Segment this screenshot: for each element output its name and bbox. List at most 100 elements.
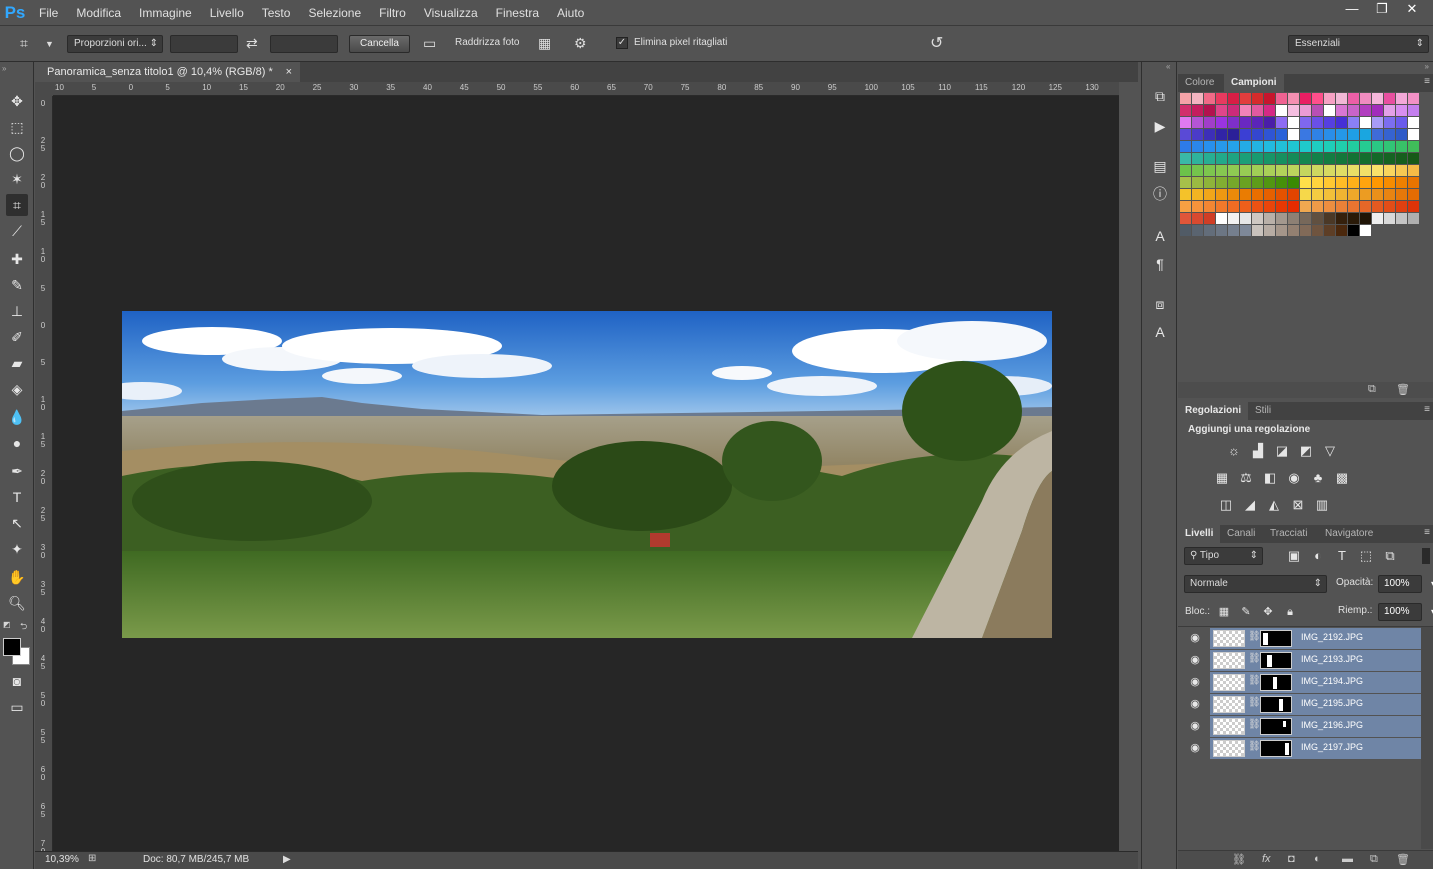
tab-livelli[interactable]: Livelli <box>1178 525 1221 543</box>
color-swatch[interactable] <box>1300 177 1311 188</box>
color-swatch[interactable] <box>1312 213 1323 224</box>
color-swatch[interactable] <box>1372 213 1383 224</box>
color-swatch[interactable] <box>1288 177 1299 188</box>
paragraph-panel-icon[interactable]: ¶ <box>1149 254 1171 274</box>
swap-icon[interactable]: ⇄ <box>246 35 258 52</box>
color-swatch[interactable] <box>1228 225 1239 236</box>
color-swatch[interactable] <box>1228 177 1239 188</box>
screen-mode-icon[interactable]: ▭ <box>6 696 28 718</box>
color-swatch[interactable] <box>1372 105 1383 116</box>
color-swatch[interactable] <box>1300 105 1311 116</box>
group-folder-icon[interactable]: ▬ <box>1342 853 1353 865</box>
tab-colore[interactable]: Colore <box>1178 74 1221 92</box>
layer-row[interactable]: ◉ ⛓ IMG_2195.JPG <box>1180 694 1421 715</box>
zoom-level[interactable]: 10,39% <box>45 854 79 865</box>
color-swatch[interactable] <box>1324 177 1335 188</box>
color-swatch[interactable] <box>1228 165 1239 176</box>
color-swatch[interactable] <box>1252 189 1263 200</box>
color-swatch[interactable] <box>1408 153 1419 164</box>
color-swatch[interactable] <box>1360 117 1371 128</box>
color-swatch[interactable] <box>1192 93 1203 104</box>
layer-row[interactable]: ◉ ⛓ IMG_2196.JPG <box>1180 716 1421 737</box>
color-swatch[interactable] <box>1216 225 1227 236</box>
color-swatch[interactable] <box>1228 105 1239 116</box>
color-swatch[interactable] <box>1204 213 1215 224</box>
filter-smart-object-icon[interactable]: ⧉ <box>1382 549 1398 563</box>
color-swatch[interactable] <box>1240 117 1251 128</box>
color-swatch[interactable] <box>1300 165 1311 176</box>
color-swatch[interactable] <box>1288 153 1299 164</box>
color-swatch[interactable] <box>1204 225 1215 236</box>
color-swatch[interactable] <box>1408 213 1419 224</box>
color-swatch[interactable] <box>1180 117 1191 128</box>
color-swatch[interactable] <box>1240 93 1251 104</box>
color-swatch[interactable] <box>1360 177 1371 188</box>
color-swatch[interactable] <box>1252 177 1263 188</box>
layer-name[interactable]: IMG_2193.JPG <box>1301 654 1363 664</box>
layer-name[interactable]: IMG_2195.JPG <box>1301 698 1363 708</box>
layer-mask-thumbnail[interactable] <box>1260 696 1292 713</box>
path-selection-tool-icon[interactable]: ↖ <box>6 512 28 534</box>
color-swatch[interactable] <box>1264 225 1275 236</box>
color-swatch[interactable] <box>1396 93 1407 104</box>
color-swatch[interactable] <box>1216 141 1227 152</box>
color-swatch[interactable] <box>1252 105 1263 116</box>
info-panel-icon[interactable]: ⓘ <box>1149 184 1171 204</box>
trash-icon[interactable]: 🗑︎ <box>1396 383 1410 396</box>
color-swatch[interactable] <box>1240 189 1251 200</box>
color-swatch[interactable] <box>1312 129 1323 140</box>
color-swatch[interactable] <box>1264 141 1275 152</box>
paint-bucket-tool-icon[interactable]: ◈ <box>6 378 28 400</box>
color-swatch[interactable] <box>1240 129 1251 140</box>
delete-cropped-checkbox[interactable]: ✓ <box>616 37 628 49</box>
color-swatch[interactable] <box>1384 141 1395 152</box>
color-swatch[interactable] <box>1384 129 1395 140</box>
color-swatch[interactable] <box>1192 225 1203 236</box>
black-white-icon[interactable]: ◧ <box>1262 471 1278 485</box>
hand-tool-icon[interactable]: ✋ <box>6 566 28 588</box>
color-swatch[interactable] <box>1336 93 1347 104</box>
color-swatch[interactable] <box>1360 225 1371 236</box>
color-swatch[interactable] <box>1300 129 1311 140</box>
color-swatch[interactable] <box>1408 117 1419 128</box>
lock-transparent-icon[interactable]: ▦ <box>1216 605 1232 619</box>
channel-mixer-icon[interactable]: ♣ <box>1310 471 1326 485</box>
color-swatch[interactable] <box>1348 141 1359 152</box>
levels-icon[interactable]: ▟ <box>1250 444 1266 458</box>
color-swatch[interactable] <box>1204 153 1215 164</box>
color-swatch[interactable] <box>1384 177 1395 188</box>
layer-style-icon[interactable]: fx <box>1262 853 1271 865</box>
color-swatch[interactable] <box>1300 213 1311 224</box>
layers-scrollbar[interactable] <box>1421 627 1433 849</box>
tab-regolazioni[interactable]: Regolazioni <box>1178 402 1249 420</box>
color-swatch[interactable] <box>1264 201 1275 212</box>
color-swatch[interactable] <box>1264 93 1275 104</box>
default-colors-icon[interactable]: ◩ <box>3 620 11 629</box>
color-swatch[interactable] <box>1180 201 1191 212</box>
color-swatch[interactable] <box>1204 141 1215 152</box>
paragraph-styles-panel-icon[interactable]: ⧈ <box>1149 294 1171 314</box>
color-swatch[interactable] <box>1180 105 1191 116</box>
visibility-eye-icon[interactable]: ◉ <box>1188 719 1202 733</box>
color-swatch[interactable] <box>1216 117 1227 128</box>
layer-mask-thumbnail[interactable] <box>1260 740 1292 757</box>
color-swatch[interactable] <box>1360 153 1371 164</box>
color-swatch[interactable] <box>1180 129 1191 140</box>
filter-pixel-icon[interactable]: ▣ <box>1286 549 1302 563</box>
menu-modifica[interactable]: Modifica <box>67 0 130 26</box>
new-swatch-icon[interactable]: ⧉ <box>1368 383 1376 396</box>
color-swatch[interactable] <box>1180 165 1191 176</box>
color-swatch[interactable] <box>1312 153 1323 164</box>
character-styles-panel-icon[interactable]: A <box>1149 322 1171 342</box>
color-swatch[interactable] <box>1192 201 1203 212</box>
panel-menu-icon[interactable]: ≡ <box>1424 404 1430 415</box>
threshold-icon[interactable]: ◭ <box>1266 498 1282 512</box>
color-swatch[interactable] <box>1360 93 1371 104</box>
color-swatch[interactable] <box>1264 153 1275 164</box>
close-tab-icon[interactable]: × <box>286 62 292 82</box>
gear-icon[interactable]: ⚙ <box>574 35 587 52</box>
collapse-icon[interactable]: » <box>1425 62 1429 71</box>
color-swatch[interactable] <box>1276 117 1287 128</box>
menu-visualizza[interactable]: Visualizza <box>415 0 487 26</box>
color-swatch[interactable] <box>1216 93 1227 104</box>
